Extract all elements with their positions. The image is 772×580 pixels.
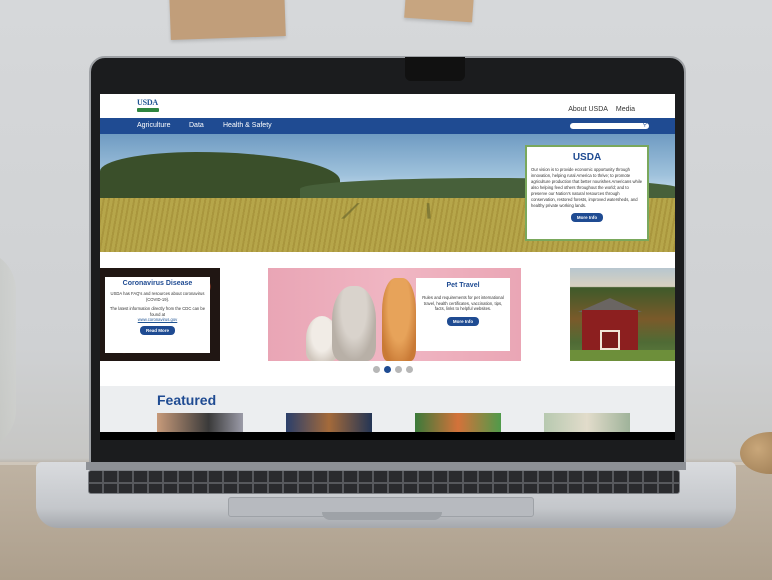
laptop-hinge — [86, 462, 686, 470]
carousel-indicators — [373, 366, 413, 373]
coronavirus-title: Coronavirus Disease — [122, 280, 193, 287]
coronavirus-text-faq: USDA has FAQ's and resources about coron… — [110, 291, 205, 302]
browser-screen: USDA About USDA Media Agriculture Data H… — [100, 94, 675, 432]
pet-travel-panel: Pet Travel Rules and requirements for pe… — [416, 278, 510, 351]
search-input[interactable]: ⚲ — [570, 121, 649, 129]
barn-card[interactable] — [570, 268, 675, 361]
nav-item-agriculture[interactable]: Agriculture — [137, 122, 170, 129]
wall-paper-note-small — [404, 0, 474, 23]
site-header: USDA About USDA Media — [100, 94, 675, 118]
hero-tractor-tracks — [341, 203, 431, 219]
carousel-dot-1[interactable] — [373, 366, 380, 373]
featured-section: Featured — [100, 386, 675, 432]
featured-thumbnail-3[interactable] — [415, 413, 501, 432]
carousel-dot-4[interactable] — [406, 366, 413, 373]
logo-text: USDA — [137, 98, 158, 107]
barn-door — [600, 330, 620, 350]
about-usda-link[interactable]: About USDA — [568, 106, 608, 113]
main-navigation: Agriculture Data Health & Safety ⚲ — [100, 118, 675, 134]
mission-more-info-button[interactable]: More Info — [570, 213, 604, 222]
background-plant — [0, 250, 16, 450]
coronavirus-gov-link[interactable]: www.coronavirus.gov — [109, 317, 206, 322]
pet-corgi-image — [382, 278, 416, 361]
nav-item-health-safety[interactable]: Health & Safety — [223, 122, 272, 129]
pet-travel-card[interactable]: Pet Travel Rules and requirements for pe… — [268, 268, 521, 361]
usda-logo[interactable]: USDA — [137, 99, 159, 115]
laptop-camera-notch — [405, 57, 465, 81]
coronavirus-panel: Coronavirus Disease USDA has FAQ's and r… — [105, 277, 210, 353]
pet-travel-text: Rules and requirements for pet internati… — [422, 295, 504, 311]
search-icon[interactable]: ⚲ — [643, 121, 647, 128]
pet-poodle-image — [332, 286, 376, 361]
mission-panel: USDA Our vision is to provide economic o… — [525, 145, 649, 241]
utility-links: About USDA Media — [568, 106, 635, 113]
pet-travel-title: Pet Travel — [446, 282, 480, 289]
logo-stripe — [137, 108, 159, 112]
media-link[interactable]: Media — [616, 106, 635, 113]
featured-heading: Featured — [157, 392, 217, 408]
coronavirus-read-more-button[interactable]: Read More — [139, 326, 175, 335]
nav-item-data[interactable]: Data — [189, 122, 204, 129]
featured-thumbnail-1[interactable] — [157, 413, 243, 432]
mission-title: USDA — [572, 152, 602, 163]
pet-travel-more-info-button[interactable]: More Info — [446, 316, 480, 326]
laptop-keyboard — [88, 470, 680, 494]
mission-text: Our vision is to provide economic opport… — [531, 167, 643, 208]
screen-bottom-bezel — [100, 432, 675, 440]
barn-grass — [570, 350, 675, 361]
featured-thumbnail-4[interactable] — [544, 413, 630, 432]
laptop-lid-notch — [322, 512, 442, 520]
carousel-dot-2-active[interactable] — [384, 366, 391, 373]
carousel-dot-3[interactable] — [395, 366, 402, 373]
coronavirus-text-cdc: The latest information directly from the… — [109, 306, 206, 317]
coronavirus-card[interactable]: Coronavirus Disease USDA has FAQ's and r… — [100, 268, 220, 361]
wall-paper-note — [169, 0, 286, 40]
carousel-cards: Coronavirus Disease USDA has FAQ's and r… — [100, 268, 675, 361]
featured-thumbnail-2[interactable] — [286, 413, 372, 432]
